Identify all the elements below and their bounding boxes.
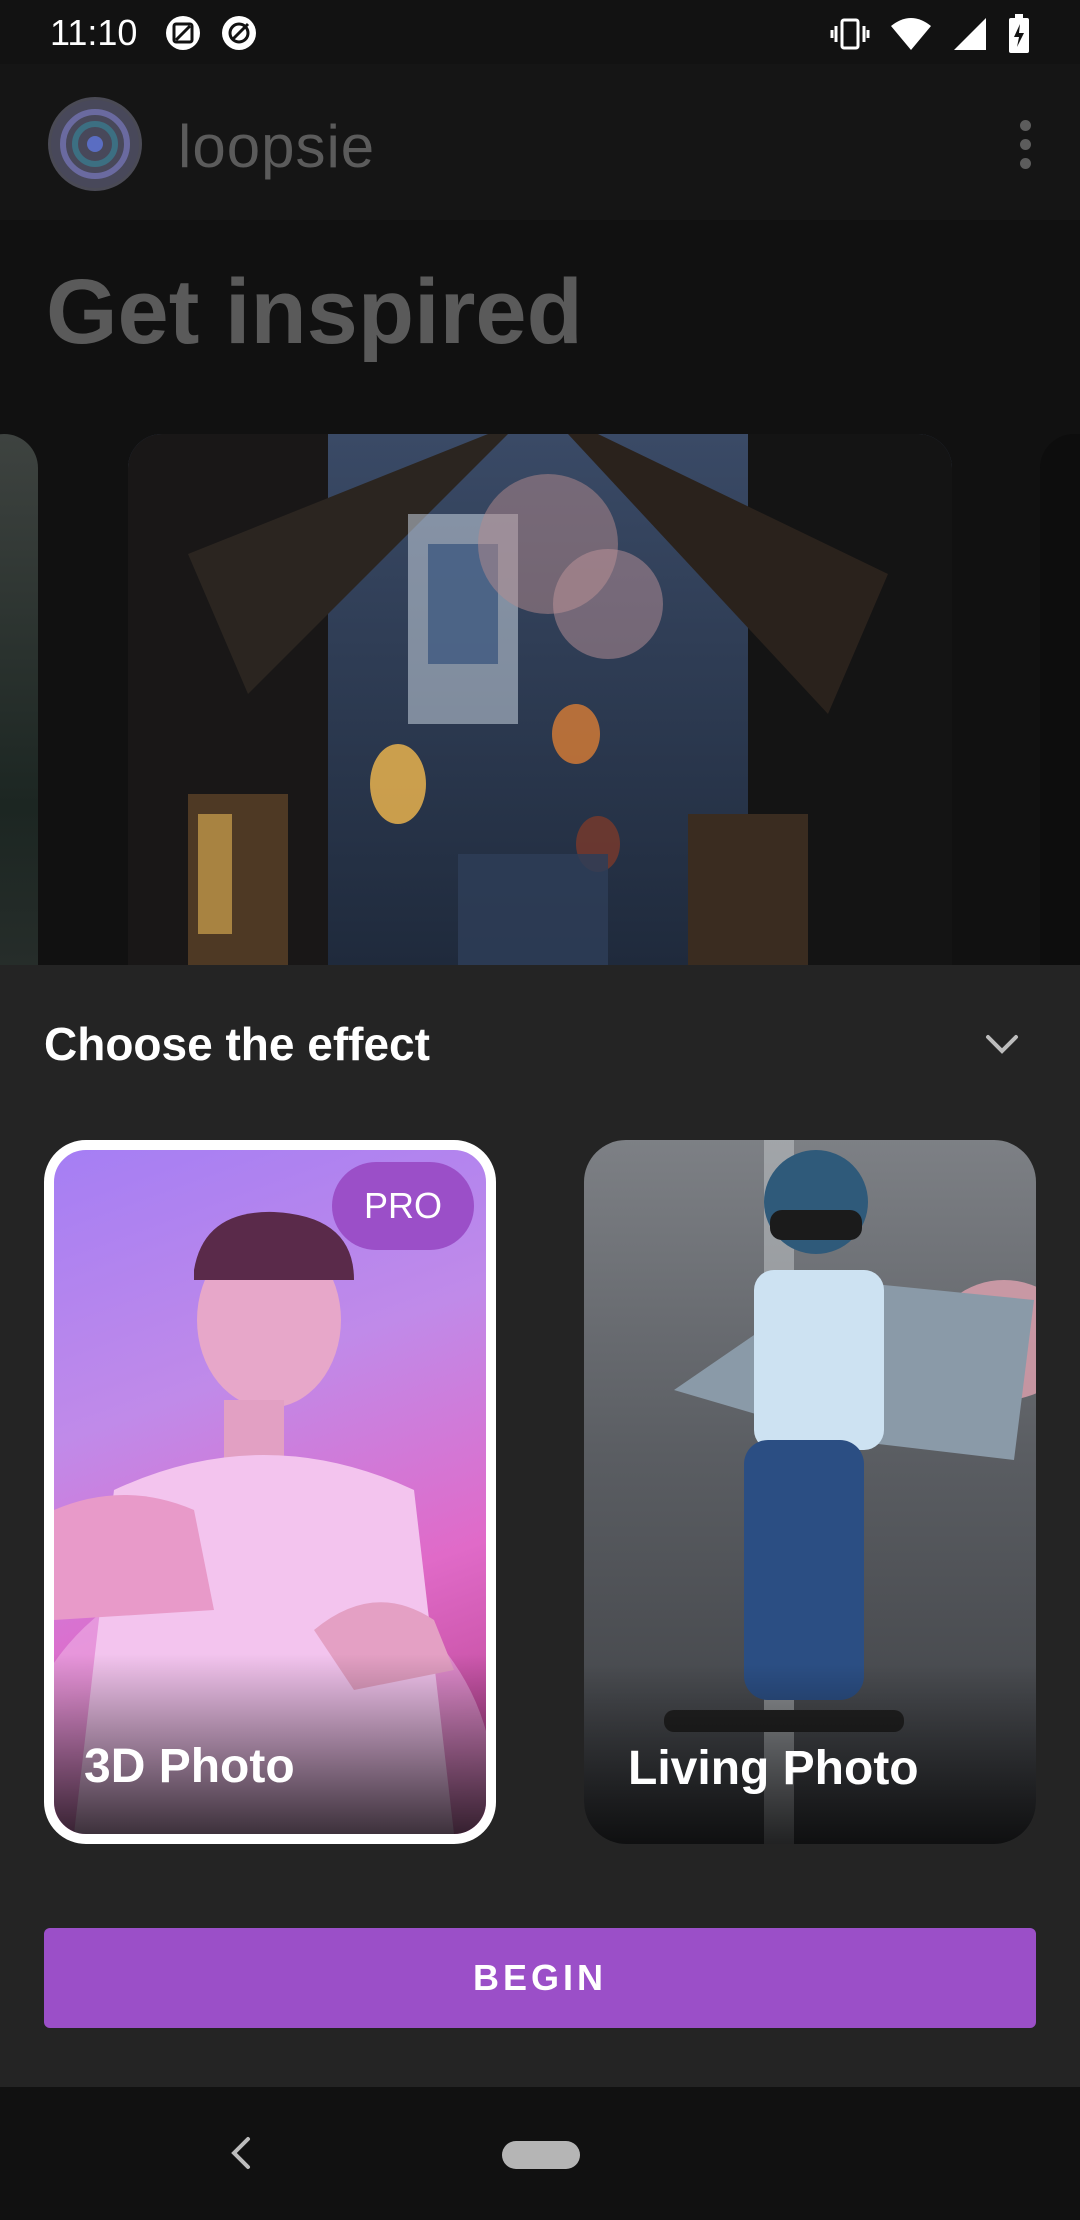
status-time: 11:10 <box>50 12 138 53</box>
status-icons-left <box>164 14 258 52</box>
main-content: Get inspired <box>0 220 1080 965</box>
inspiration-carousel[interactable] <box>0 434 1080 965</box>
pro-badge: PRO <box>332 1162 474 1250</box>
page-heading: Get inspired <box>46 261 583 363</box>
back-icon[interactable] <box>222 2131 262 2175</box>
effect-card-3d-photo[interactable]: PRO 3D Photo <box>44 1140 496 1844</box>
begin-button[interactable]: BEGIN <box>44 1928 1036 2028</box>
signal-icon <box>954 18 986 50</box>
home-pill-icon[interactable] <box>502 2141 580 2169</box>
vibrate-icon <box>830 18 870 50</box>
app-bar: loopsie <box>0 64 1080 220</box>
wifi-icon <box>891 18 931 50</box>
carousel-item-left[interactable] <box>0 434 38 965</box>
system-nav-bar <box>0 2087 1080 2220</box>
status-icons-right <box>830 14 1030 54</box>
data-saver-icon <box>222 16 256 50</box>
effect-card-living-photo[interactable]: Living Photo <box>584 1140 1036 1844</box>
status-bar: 11:10 <box>0 0 1080 64</box>
carousel-item-street-photo[interactable] <box>128 434 952 965</box>
more-vert-icon[interactable] <box>1010 116 1040 172</box>
chevron-down-icon[interactable] <box>980 1023 1024 1067</box>
carousel-item-right[interactable] <box>1040 434 1080 965</box>
effect-card-label: Living Photo <box>628 1742 919 1795</box>
effect-bottom-sheet: Choose the effect PRO 3D Photo Living Ph… <box>0 965 1080 2087</box>
loopsie-logo-icon <box>48 97 142 191</box>
app-name: loopsie <box>178 113 376 180</box>
sheet-title: Choose the effect <box>44 1018 430 1070</box>
battery-charging-icon <box>1009 14 1029 53</box>
effect-card-label: 3D Photo <box>84 1740 295 1793</box>
screenshot-icon <box>166 16 200 50</box>
